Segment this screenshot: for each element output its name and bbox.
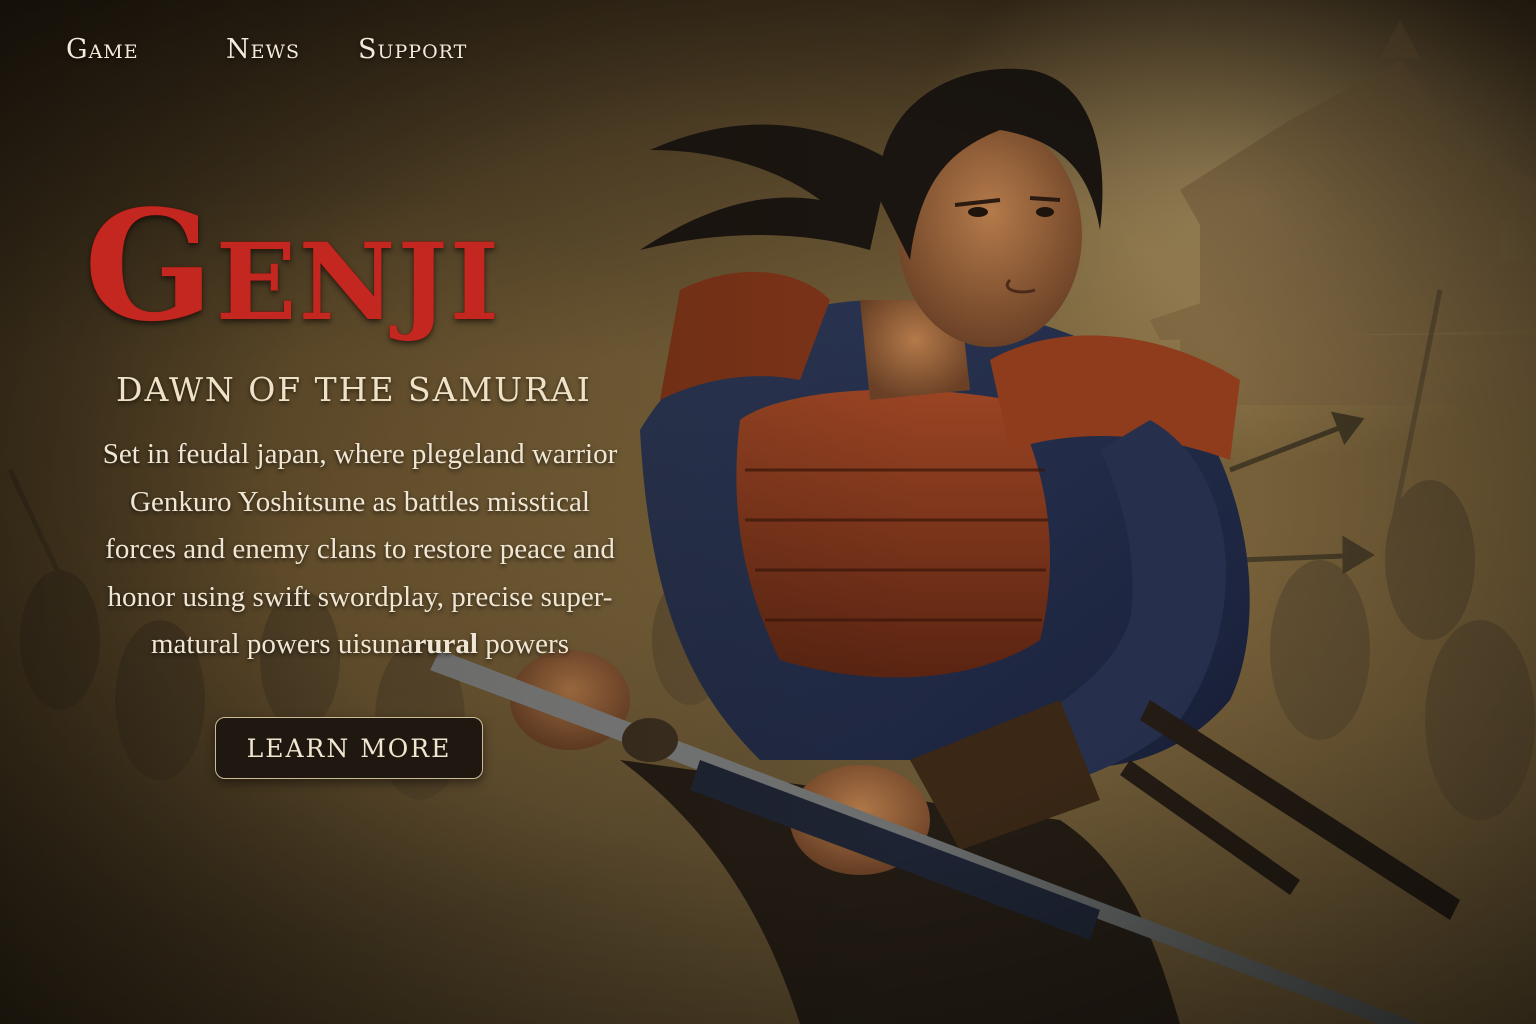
nav-link-support[interactable]: Support bbox=[358, 34, 467, 65]
hero-section: Genji DAWN OF THE SAMURAI Set in feudal … bbox=[60, 190, 680, 698]
description-line-3: forces and enemy clans to restore peace … bbox=[105, 533, 615, 565]
game-description: Set in feudal japan, where plegeland war… bbox=[60, 431, 660, 669]
description-line-5-bold: rural bbox=[413, 628, 478, 660]
game-subtitle: DAWN OF THE SAMURAI bbox=[116, 370, 592, 409]
nav-link-news[interactable]: News bbox=[226, 34, 358, 65]
game-title-logo: Genji bbox=[84, 176, 502, 355]
learn-more-button[interactable]: LEARN MORE bbox=[215, 717, 483, 779]
description-line-4: honor using swift swordplay, precise sup… bbox=[107, 580, 613, 613]
description-line-5b: powers bbox=[477, 628, 569, 660]
description-line-2: Genkuro Yoshitsune as battles misstical bbox=[130, 485, 590, 518]
description-line-1: Set in feudal japan, where plegeland war… bbox=[102, 438, 618, 470]
game-landing-page: Game News Support Genji DAWN OF THE SAMU… bbox=[0, 0, 1536, 1024]
nav-link-game[interactable]: Game bbox=[66, 34, 226, 65]
description-line-5a: matural powers uisuna bbox=[151, 628, 414, 660]
top-nav: Game News Support bbox=[66, 34, 467, 65]
